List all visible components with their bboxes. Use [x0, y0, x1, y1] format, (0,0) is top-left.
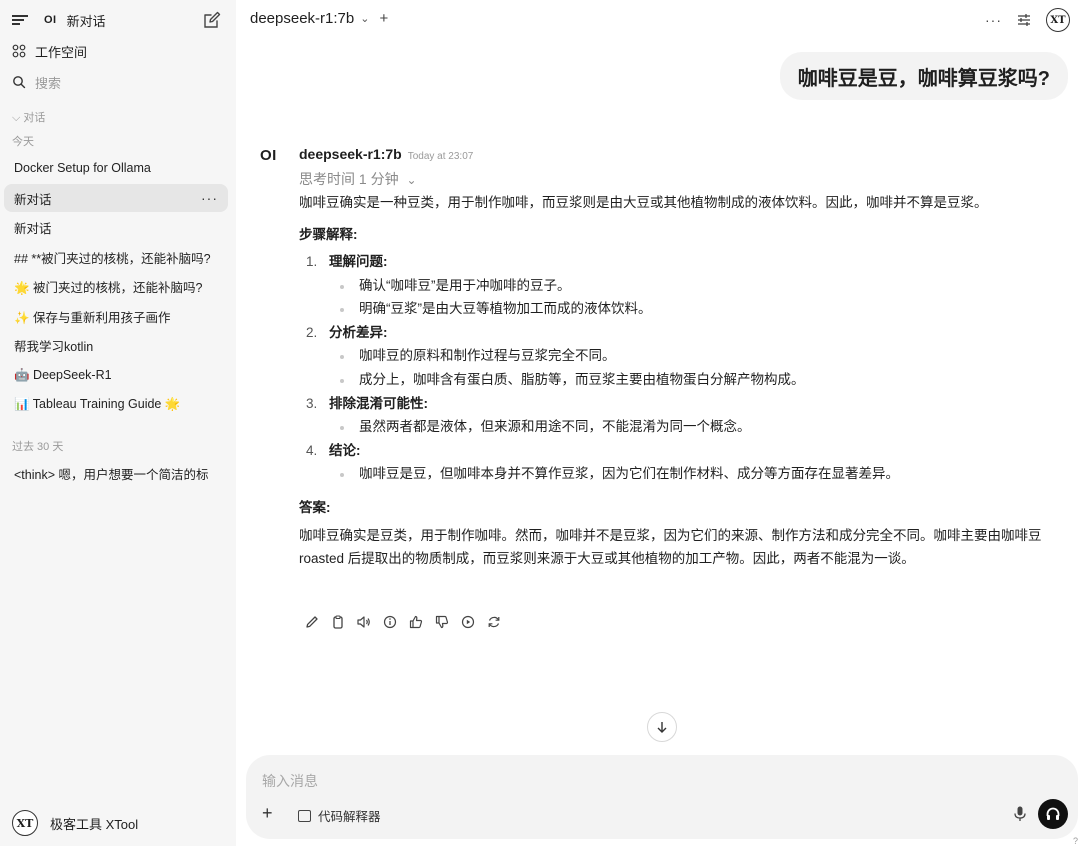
step-item: 1. 理解问题: 确认“咖啡豆”是用于冲咖啡的豆子。 明确“豆浆”是由大豆等植物… — [299, 252, 1079, 319]
group-label-today: 今天 — [12, 136, 34, 148]
chat-list-item[interactable]: ## **被门夹过的核桃，还能补脑吗? — [4, 243, 228, 271]
list-item: 确认“咖啡豆”是用于冲咖啡的豆子。 — [329, 276, 1079, 296]
chat-list-item[interactable]: ✨ 保存与重新利用孩子画作 — [4, 302, 228, 330]
step-item: 4. 结论: 咖啡豆是豆，但咖啡本身并不算作豆浆，因为它们在制作材料、成分等方面… — [299, 441, 1079, 484]
chat-list-item[interactable]: 🌟 被门夹过的核桃，还能补脑吗? — [4, 272, 228, 300]
answer-paragraph: 咖啡豆确实是豆类，用于制作咖啡。然而，咖啡并不是豆浆，因为它们的来源、制作方法和… — [299, 528, 1042, 566]
chats-section-toggle[interactable]: ⌵ 对话 — [12, 109, 45, 125]
scroll-to-bottom-button[interactable] — [647, 712, 677, 742]
search-input[interactable]: 搜索 — [0, 71, 236, 93]
chat-list-item[interactable]: <think> 嗯，用户想要一个简洁的标 — [4, 459, 228, 487]
user-message-text: 咖啡豆是豆，咖啡算豆浆吗? — [797, 67, 1050, 90]
voice-mode-button[interactable] — [1038, 799, 1068, 829]
menu-icon[interactable] — [12, 12, 28, 28]
headphones-icon — [1046, 807, 1060, 820]
sidebar: OI 新对话 工作空间 搜索 ⌵ 对话 今天 Docker Setup for … — [0, 0, 236, 846]
search-icon — [13, 76, 26, 89]
arrow-down-icon — [657, 722, 667, 733]
user-name: 极客工具 XTool — [50, 816, 139, 832]
add-model-icon[interactable]: + — [379, 10, 388, 27]
list-item: 虽然两者都是液体，但来源和用途不同，不能混淆为同一个概念。 — [329, 417, 1079, 437]
info-icon[interactable] — [382, 614, 398, 630]
new-chat-link[interactable]: 新对话 — [67, 11, 106, 30]
regenerate-icon[interactable] — [486, 614, 502, 630]
controls-sliders-icon[interactable] — [1016, 12, 1032, 28]
chat-list-item[interactable]: 新对话 — [4, 213, 228, 241]
chevron-down-icon: ⌄ — [360, 13, 370, 25]
steps-heading: 步骤解释: — [299, 226, 358, 242]
message-timestamp: Today at 23:07 — [407, 151, 474, 162]
list-item: 咖啡豆是豆，但咖啡本身并不算作豆浆，因为它们在制作材料、成分等方面存在显著差异。 — [329, 464, 1079, 484]
answer-heading: 答案: — [299, 499, 331, 515]
model-selector[interactable]: deepseek-r1:7b ⌄ + — [250, 10, 388, 27]
help-button[interactable]: ? — [1073, 836, 1078, 846]
chat-list-item-active[interactable]: 新对话 ··· — [4, 184, 228, 212]
thinking-toggle[interactable]: 思考时间 1 分钟 ⌄ — [299, 169, 417, 189]
terminal-icon — [298, 809, 311, 822]
message-composer: 输入消息 + 代码解释器 — [246, 755, 1078, 839]
edit-icon[interactable] — [304, 614, 320, 630]
intro-paragraph: 咖啡豆确实是一种豆类，用于制作咖啡，而豆浆则是由大豆或其他植物制成的液体饮料。因… — [299, 195, 988, 210]
avatar: XT — [12, 810, 38, 836]
thumbs-down-icon[interactable] — [434, 614, 450, 630]
sidebar-item-workspace[interactable]: 工作空间 — [0, 40, 236, 62]
attach-plus-button[interactable]: + — [262, 803, 273, 824]
step-item: 2. 分析差异: 咖啡豆的原料和制作过程与豆浆完全不同。 成分上，咖啡含有蛋白质… — [299, 323, 1079, 390]
assistant-header: deepseek-r1:7b Today at 23:07 — [299, 146, 473, 162]
search-placeholder: 搜索 — [35, 75, 62, 91]
chevron-down-icon: ⌵ — [12, 112, 24, 124]
microphone-icon[interactable] — [1012, 805, 1028, 823]
new-chat-edit-icon[interactable] — [202, 10, 222, 30]
copy-icon[interactable] — [330, 614, 346, 630]
chevron-down-icon: ⌄ — [406, 173, 417, 187]
avatar[interactable]: XT — [1046, 8, 1070, 32]
main-panel: deepseek-r1:7b ⌄ + ··· XT 咖啡豆是豆，咖啡算豆浆吗? … — [236, 0, 1080, 846]
steps-list: 1. 理解问题: 确认“咖啡豆”是用于冲咖啡的豆子。 明确“豆浆”是由大豆等植物… — [299, 252, 1079, 484]
chat-list-item[interactable]: 📊 Tableau Training Guide 🌟 — [4, 390, 228, 418]
app-logo: OI — [44, 14, 57, 26]
assistant-message: 咖啡豆确实是一种豆类，用于制作咖啡，而豆浆则是由大豆或其他植物制成的液体饮料。因… — [299, 193, 1079, 570]
workspace-icon — [12, 44, 26, 58]
assistant-name: deepseek-r1:7b — [299, 146, 402, 162]
message-actions — [304, 614, 502, 630]
user-menu[interactable]: XT 极客工具 XTool — [12, 810, 138, 836]
more-options-icon[interactable]: ··· — [985, 12, 1002, 28]
assistant-logo: OI — [260, 147, 277, 164]
workspace-label: 工作空间 — [35, 44, 88, 60]
step-item: 3. 排除混淆可能性: 虽然两者都是液体，但来源和用途不同，不能混淆为同一个概念… — [299, 394, 1079, 437]
model-name: deepseek-r1:7b — [250, 10, 355, 27]
chat-list-item[interactable]: 🤖 DeepSeek-R1 — [4, 361, 228, 389]
sidebar-header: OI 新对话 — [0, 8, 236, 32]
read-aloud-icon[interactable] — [356, 614, 372, 630]
user-message-bubble: 咖啡豆是豆，咖啡算豆浆吗? — [779, 52, 1068, 100]
message-input[interactable]: 输入消息 — [262, 771, 318, 791]
list-item: 成分上，咖啡含有蛋白质、脂肪等，而豆浆主要由植物蛋白分解产物构成。 — [329, 370, 1079, 390]
chat-list-item[interactable]: Docker Setup for Ollama — [4, 154, 228, 182]
code-interpreter-toggle[interactable]: 代码解释器 — [298, 806, 381, 825]
list-item: 咖啡豆的原料和制作过程与豆浆完全不同。 — [329, 346, 1079, 366]
chat-list-item[interactable]: 帮我学习kotlin — [4, 331, 228, 359]
group-label-past-30-days: 过去 30 天 — [12, 441, 64, 453]
more-options-icon[interactable]: ··· — [201, 190, 218, 206]
thumbs-up-icon[interactable] — [408, 614, 424, 630]
top-right-controls: ··· XT — [985, 8, 1070, 32]
continue-icon[interactable] — [460, 614, 476, 630]
list-item: 明确“豆浆”是由大豆等植物加工而成的液体饮料。 — [329, 299, 1079, 319]
